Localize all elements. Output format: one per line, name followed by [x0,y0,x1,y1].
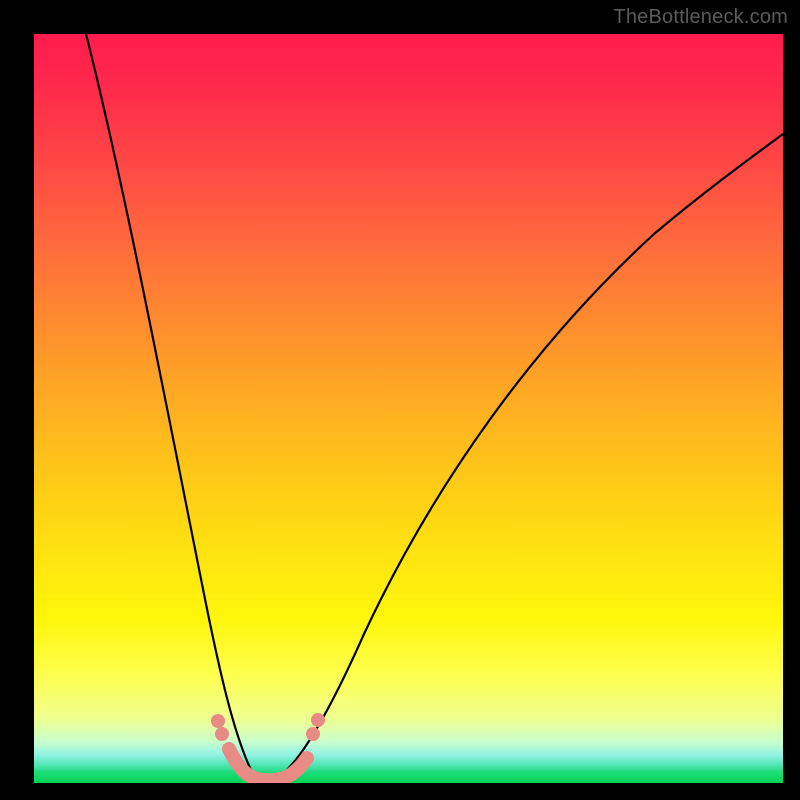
plot-area [34,34,783,783]
chart-frame: TheBottleneck.com [0,0,800,800]
curve-overlay [34,34,783,783]
valley-markers [211,713,325,780]
bottleneck-curve [86,34,783,780]
watermark-text: TheBottleneck.com [613,6,788,29]
